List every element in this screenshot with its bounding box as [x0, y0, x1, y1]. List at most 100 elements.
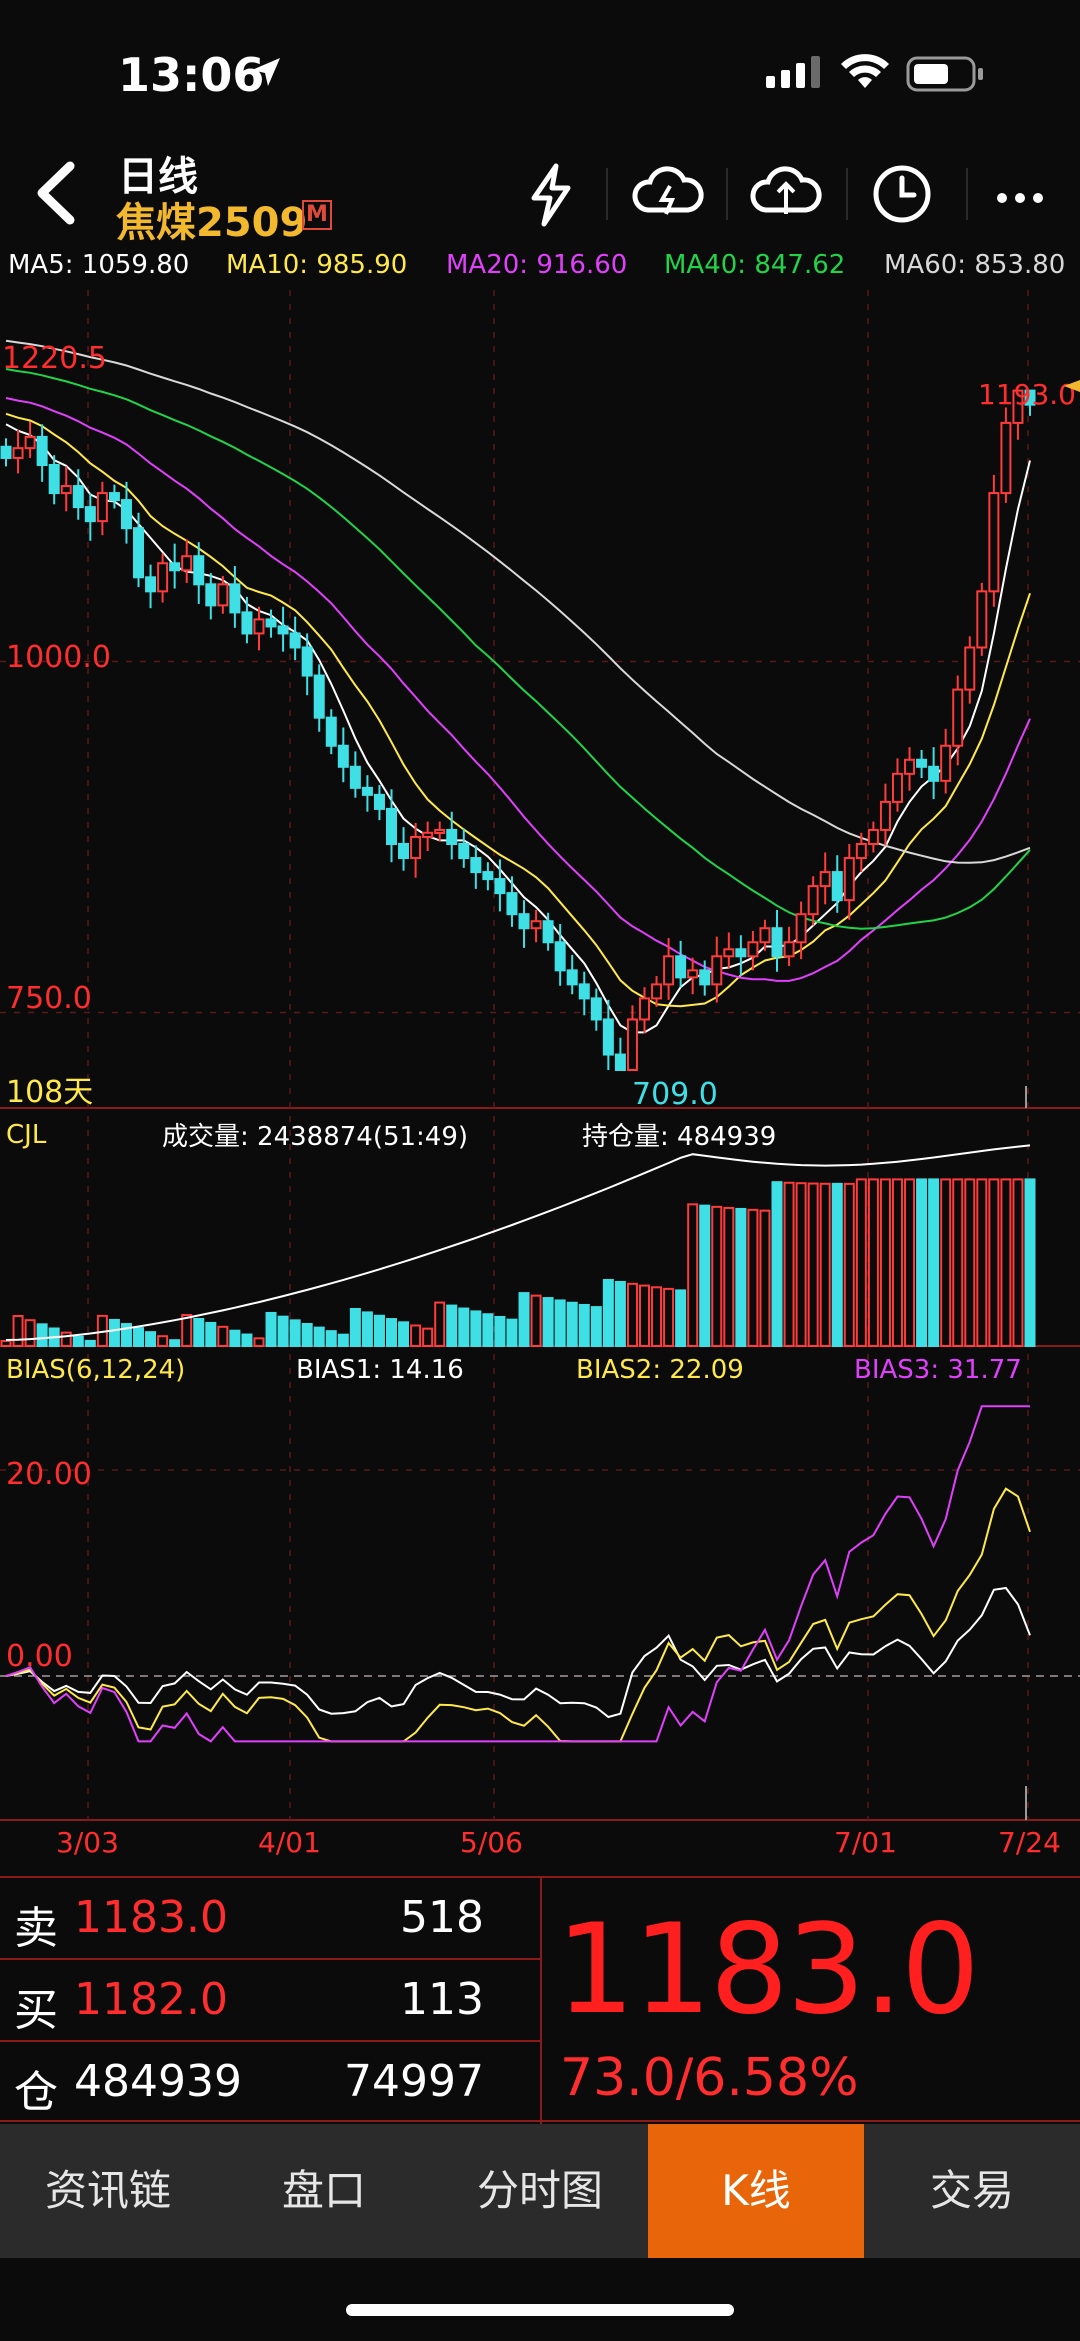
candle-body [759, 927, 771, 944]
volume-bar [410, 1324, 422, 1348]
candle-body [169, 562, 181, 572]
candle-body [373, 793, 385, 810]
cloud-download-icon[interactable] [628, 158, 708, 230]
more-icon[interactable] [980, 158, 1060, 230]
volume-bar [422, 1327, 434, 1348]
tab-order-book[interactable]: 盘口 [216, 2124, 432, 2258]
volume-bar [1012, 1178, 1024, 1348]
volume-bar [855, 1178, 867, 1348]
candle-body [108, 492, 120, 502]
tab-news-chain[interactable]: 资讯链 [0, 2124, 216, 2258]
candle-body [638, 997, 650, 1021]
ma-legend: MA5: 1059.80 MA10: 985.90 MA20: 916.60 M… [0, 244, 1080, 286]
chart-grid [0, 290, 1080, 1821]
kline-chart[interactable]: 1220.5 1000.0 750.0 1193.0 709.0 108天 CJ… [0, 286, 1080, 1876]
tab-intraday[interactable]: 分时图 [432, 2124, 648, 2258]
ma-line [5, 412, 1031, 1008]
candle-body [72, 485, 84, 509]
volume-bars [0, 1144, 1036, 1348]
candle-body [916, 758, 928, 768]
candle-body [398, 843, 410, 860]
oi-value: 484939 [74, 2056, 242, 2107]
status-time: 13:06 [118, 48, 265, 102]
bid-volume: 113 [400, 1974, 484, 2025]
candle-body [133, 527, 145, 579]
volume-bar [277, 1315, 289, 1348]
header-divider [846, 168, 848, 220]
volume-bar [313, 1326, 325, 1348]
candle-body [241, 611, 253, 635]
candle-body [277, 625, 289, 635]
candle-body [229, 583, 241, 614]
status-bar: 13:06 [0, 0, 1080, 140]
volume-bar [988, 1178, 1000, 1348]
main-contract-badge: M [302, 200, 332, 230]
quote-divider [540, 1878, 542, 2124]
header-divider [966, 168, 968, 220]
date-label: 7/24 [998, 1826, 1061, 1859]
candle-body [530, 920, 542, 930]
candle-body [157, 562, 169, 593]
candle-body [361, 786, 373, 796]
volume-bar [663, 1287, 675, 1347]
volume-bar [494, 1315, 506, 1347]
volume-bar [542, 1297, 554, 1348]
volume-bar [193, 1317, 205, 1347]
tab-trade[interactable]: 交易 [864, 2124, 1080, 2258]
ma10-label: MA10: 985.90 [226, 250, 408, 280]
volume-bar [771, 1181, 783, 1347]
bias-panel-title: BIAS(6,12,24) [6, 1355, 185, 1385]
cloud-upload-icon[interactable] [746, 158, 826, 230]
volume-bar [289, 1319, 301, 1347]
candle-body [48, 463, 60, 495]
candle-body [795, 913, 807, 944]
candle-body [253, 618, 265, 635]
candle-body [181, 555, 193, 572]
home-indicator[interactable] [346, 2304, 734, 2316]
volume-bar [470, 1310, 482, 1347]
volume-bar [108, 1318, 120, 1347]
candle-body [518, 913, 530, 930]
volume-bar [482, 1313, 494, 1348]
candle-body [96, 492, 108, 523]
volume-bar [434, 1301, 446, 1347]
ma-line [5, 339, 1031, 864]
volume-bar [952, 1178, 964, 1348]
candle-body [205, 583, 217, 607]
bias3-label: BIAS3: 31.77 [854, 1355, 1022, 1385]
candle-body [145, 576, 157, 593]
price-change: 73.0/6.58% [560, 2048, 859, 2108]
back-icon[interactable] [28, 160, 88, 226]
volume-bar [530, 1294, 542, 1347]
candle-body [386, 807, 398, 846]
candle-body [217, 583, 229, 607]
volume-bar [590, 1306, 602, 1348]
candle-body [891, 772, 903, 803]
volume-bar [36, 1323, 48, 1348]
volume-bar [638, 1284, 650, 1348]
candle-body [337, 744, 349, 768]
ma-line [5, 423, 1031, 1034]
volume-bar [1024, 1178, 1036, 1348]
clock-icon[interactable] [862, 158, 942, 230]
volume-bar [265, 1311, 277, 1347]
last-price: 1183.0 [556, 1898, 980, 2042]
volume-bar [602, 1278, 614, 1347]
candle-body [446, 828, 458, 846]
days-label: 108天 [6, 1075, 93, 1110]
ma60-label: MA60: 853.80 [884, 250, 1066, 280]
candle-body [36, 435, 48, 466]
date-label: 4/01 [258, 1826, 321, 1859]
volume-bar [843, 1182, 855, 1347]
volume-bar [964, 1178, 976, 1348]
candle-body [349, 765, 361, 789]
candle-body [735, 948, 747, 958]
candle-body [952, 688, 964, 747]
candle-body [12, 447, 24, 459]
tab-kline[interactable]: K线 [648, 2124, 864, 2258]
volume-bar [72, 1335, 84, 1348]
contract-symbol[interactable]: 焦煤2509 [116, 190, 307, 248]
lightning-icon[interactable] [510, 158, 590, 230]
candle-body [711, 955, 723, 986]
candle-body [470, 857, 482, 874]
